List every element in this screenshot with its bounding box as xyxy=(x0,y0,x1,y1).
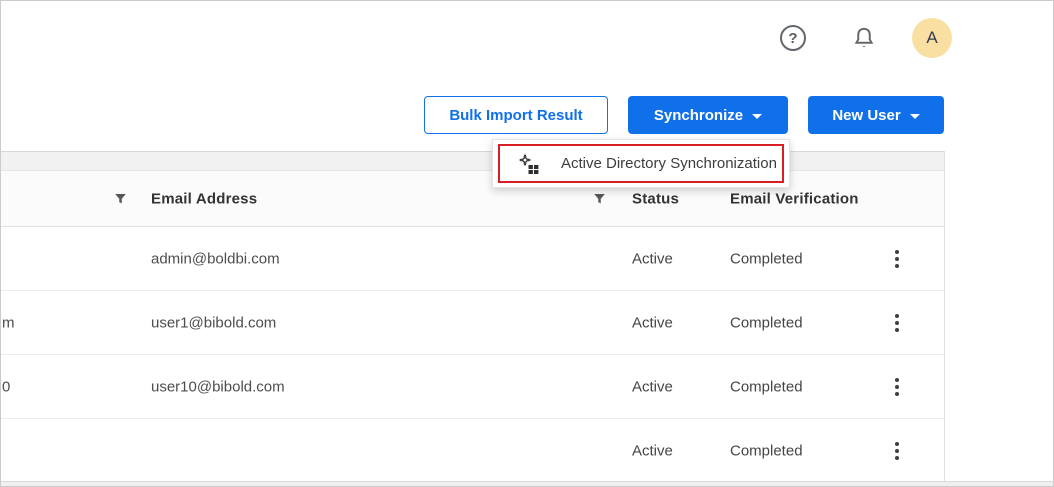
table-header-row: Email Address Status Email Verification xyxy=(1,171,944,227)
chevron-down-icon xyxy=(909,113,920,119)
column-header-email-verification[interactable]: Email Verification xyxy=(730,190,859,207)
status-cell: Active xyxy=(632,314,673,331)
truncated-name-cell: 0 xyxy=(2,378,11,395)
table-row: m user1@bibold.com Active Completed xyxy=(1,291,944,355)
synchronize-dropdown-menu: Active Directory Synchronization xyxy=(492,139,790,188)
row-actions-kebab-icon[interactable] xyxy=(887,312,907,334)
chevron-down-icon xyxy=(752,113,763,119)
users-table: Email Address Status Email Verification … xyxy=(1,151,945,481)
table-row: 0 user10@bibold.com Active Completed xyxy=(1,355,944,419)
help-icon[interactable]: ? xyxy=(780,25,806,51)
horizontal-scrollbar[interactable] xyxy=(1,481,1053,486)
email-verification-cell: Completed xyxy=(730,442,803,459)
row-actions-kebab-icon[interactable] xyxy=(887,440,907,462)
table-row: Active Completed xyxy=(1,419,944,481)
menu-item-active-directory-synchronization[interactable]: Active Directory Synchronization xyxy=(498,144,784,183)
new-user-label: New User xyxy=(832,106,901,124)
new-user-button[interactable]: New User xyxy=(808,96,944,134)
user-management-screen: ? A Bulk Import Result Synchronize New U… xyxy=(0,0,1054,487)
status-cell: Active xyxy=(632,250,673,267)
email-verification-cell: Completed xyxy=(730,250,803,267)
filter-icon[interactable] xyxy=(113,191,128,206)
email-cell: user10@bibold.com xyxy=(151,378,285,395)
user-avatar[interactable]: A xyxy=(912,18,952,58)
filter-icon[interactable] xyxy=(592,191,607,206)
table-body: admin@boldbi.com Active Completed m user… xyxy=(1,227,944,481)
menu-item-label: Active Directory Synchronization xyxy=(561,155,777,172)
row-actions-kebab-icon[interactable] xyxy=(887,248,907,270)
row-actions-kebab-icon[interactable] xyxy=(887,376,907,398)
bulk-import-result-label: Bulk Import Result xyxy=(449,106,583,124)
column-header-status[interactable]: Status xyxy=(632,190,679,207)
email-verification-cell: Completed xyxy=(730,314,803,331)
table-top-band xyxy=(1,151,944,171)
bell-glyph xyxy=(854,27,874,48)
synchronize-label: Synchronize xyxy=(653,106,744,124)
email-cell: admin@boldbi.com xyxy=(151,250,280,267)
status-cell: Active xyxy=(632,442,673,459)
bulk-import-result-button[interactable]: Bulk Import Result xyxy=(424,96,608,134)
column-header-email[interactable]: Email Address xyxy=(151,190,257,207)
email-verification-cell: Completed xyxy=(730,378,803,395)
notifications-bell-icon[interactable] xyxy=(851,25,877,51)
truncated-name-cell: m xyxy=(2,314,15,331)
synchronize-button[interactable]: Synchronize xyxy=(628,96,788,134)
email-cell: user1@bibold.com xyxy=(151,314,277,331)
active-directory-sync-icon xyxy=(519,153,539,174)
table-row: admin@boldbi.com Active Completed xyxy=(1,227,944,291)
status-cell: Active xyxy=(632,378,673,395)
